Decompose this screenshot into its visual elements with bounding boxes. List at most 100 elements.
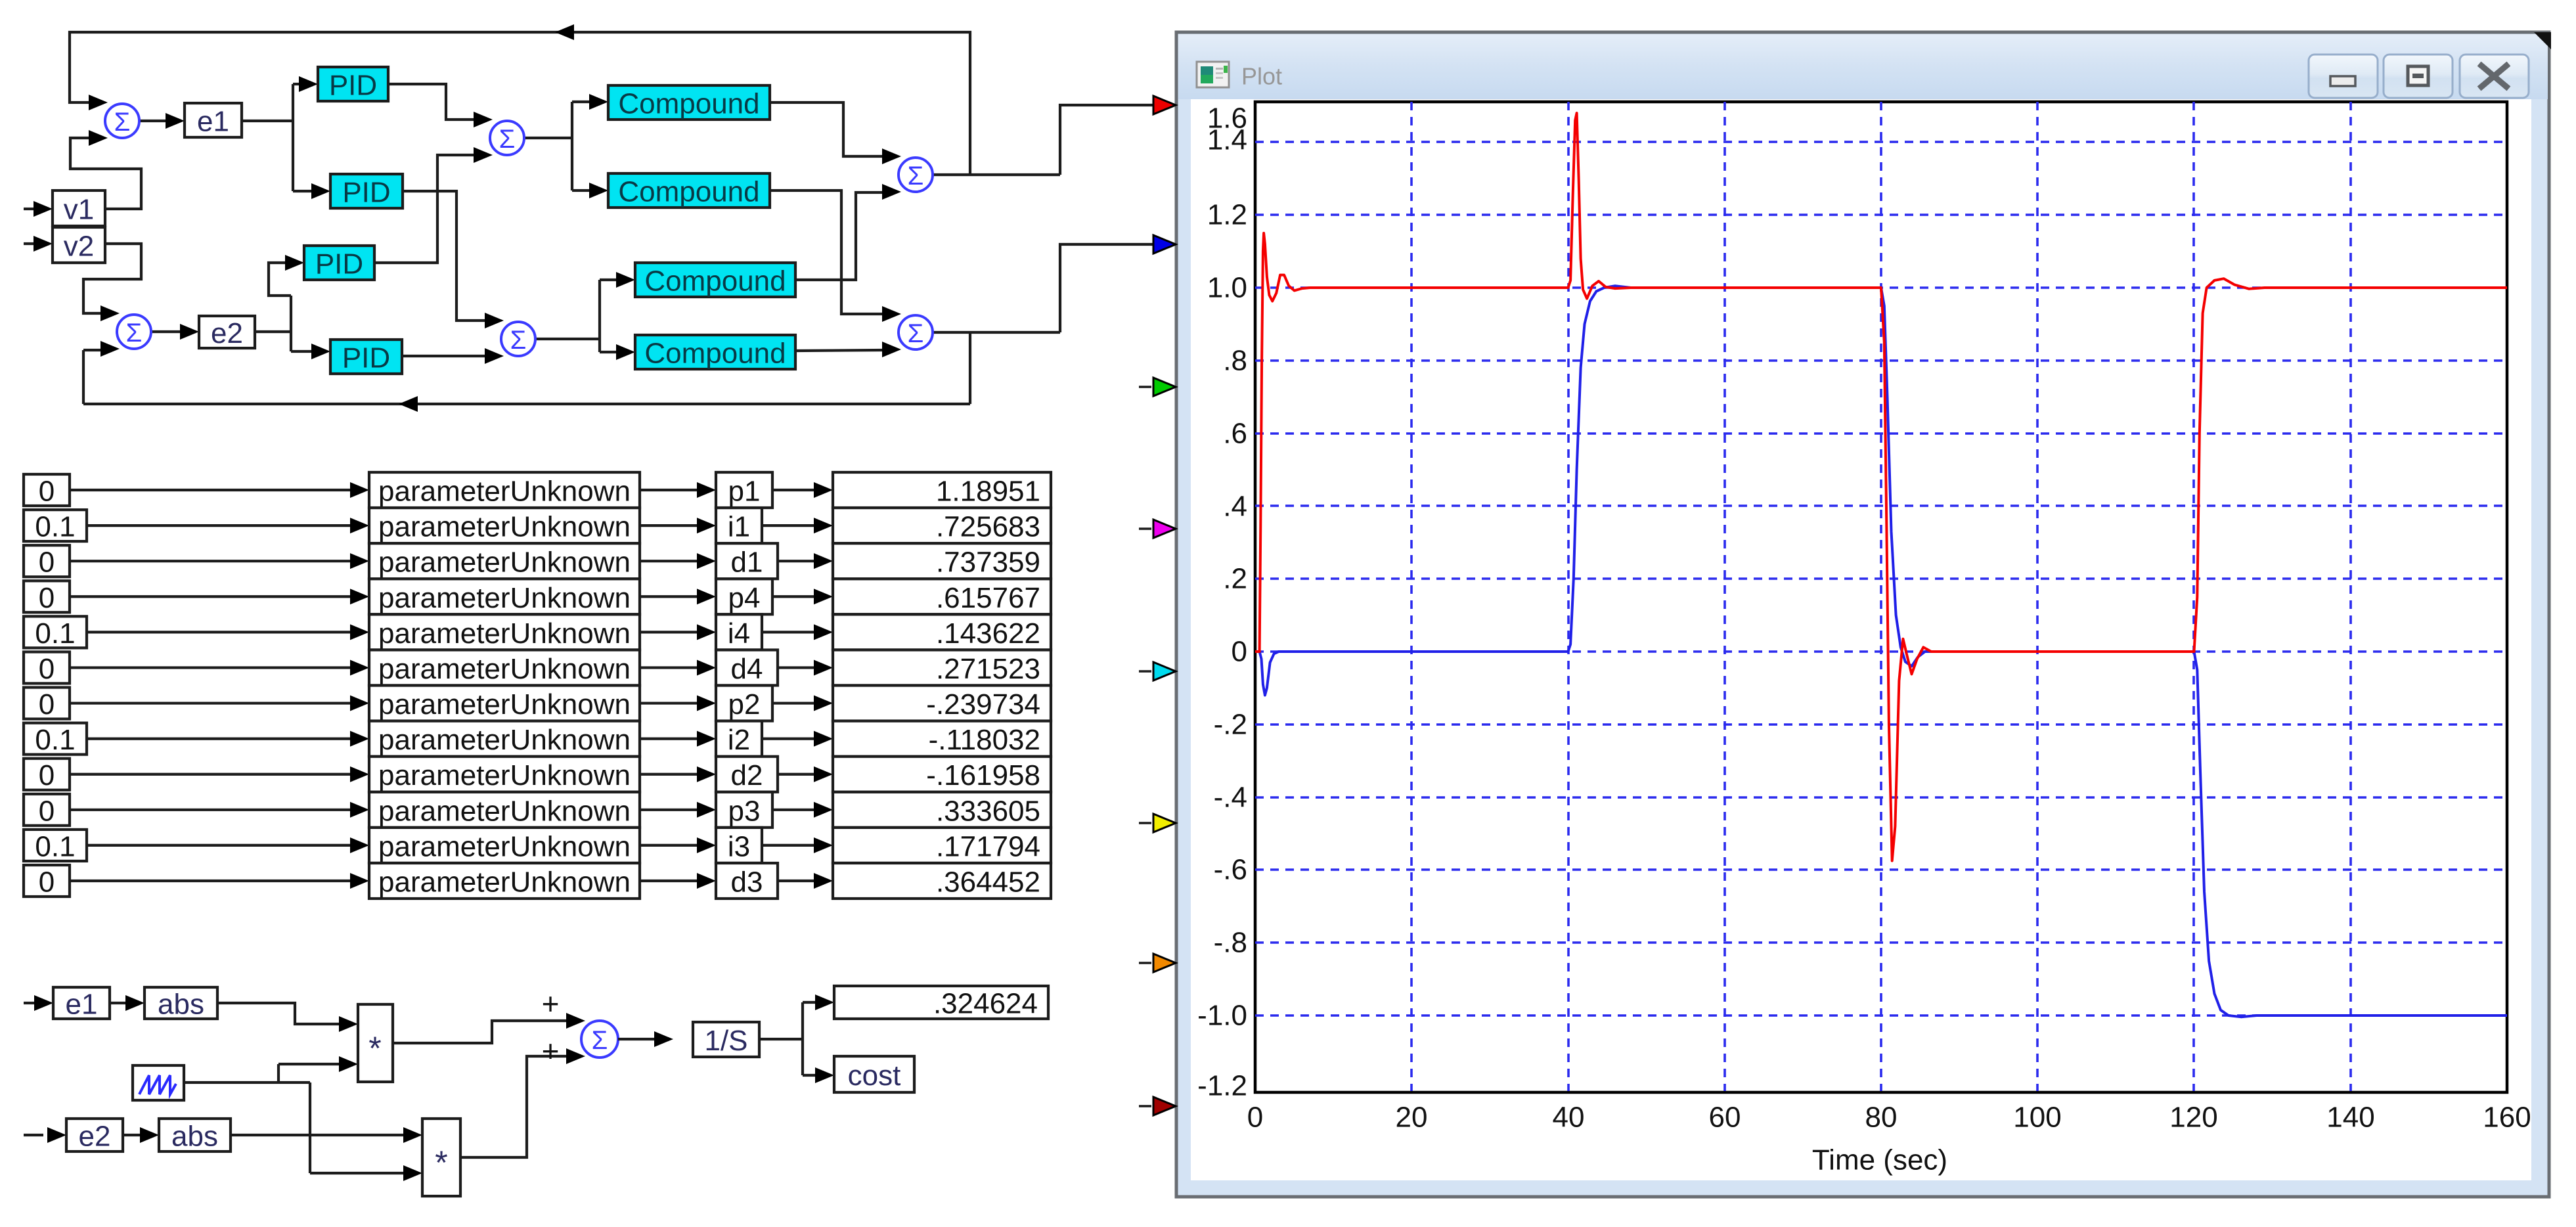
svg-text:*: *	[368, 1030, 381, 1067]
svg-text:parameterUnknown: parameterUnknown	[378, 476, 631, 508]
svg-text:Σ: Σ	[510, 326, 527, 355]
svg-text:40: 40	[1553, 1102, 1585, 1134]
svg-text:parameterUnknown: parameterUnknown	[378, 653, 631, 685]
svg-text:140: 140	[2326, 1102, 2374, 1134]
svg-text:Compound: Compound	[644, 338, 786, 370]
svg-text:+: +	[542, 987, 560, 1021]
svg-text:120: 120	[2169, 1102, 2217, 1134]
svg-text:0: 0	[39, 795, 55, 827]
svg-text:p2: p2	[728, 688, 761, 721]
svg-text:.143622: .143622	[936, 617, 1040, 650]
svg-text:.4: .4	[1223, 491, 1247, 523]
svg-text:0: 0	[1232, 636, 1247, 668]
svg-text:parameterUnknown: parameterUnknown	[378, 617, 631, 650]
svg-text:Σ: Σ	[908, 319, 924, 348]
svg-text:0: 0	[39, 759, 55, 792]
svg-text:d3: d3	[731, 866, 763, 898]
svg-text:60: 60	[1709, 1102, 1741, 1134]
svg-text:parameterUnknown: parameterUnknown	[378, 759, 631, 792]
svg-text:PID: PID	[315, 248, 363, 280]
svg-text:e1: e1	[66, 989, 98, 1021]
svg-text:0: 0	[39, 476, 55, 508]
svg-text:PID: PID	[342, 177, 390, 209]
svg-text:.333605: .333605	[936, 795, 1040, 827]
svg-text:160: 160	[2483, 1102, 2531, 1134]
svg-text:parameterUnknown: parameterUnknown	[378, 866, 631, 898]
svg-text:-.239734: -.239734	[926, 688, 1040, 721]
svg-text:1.0: 1.0	[1207, 272, 1247, 304]
svg-text:parameterUnknown: parameterUnknown	[378, 688, 631, 721]
svg-text:d4: d4	[731, 653, 763, 685]
svg-text:PID: PID	[329, 70, 377, 102]
svg-text:0: 0	[39, 582, 55, 614]
svg-text:Time (sec): Time (sec)	[1812, 1144, 1947, 1176]
svg-text:0: 0	[39, 653, 55, 685]
svg-text:-.6: -.6	[1214, 854, 1247, 886]
svg-text:.271523: .271523	[936, 653, 1040, 685]
svg-text:0: 0	[1247, 1102, 1263, 1134]
svg-text:i1: i1	[728, 511, 750, 543]
svg-text:.171794: .171794	[936, 830, 1040, 862]
svg-text:80: 80	[1865, 1102, 1898, 1134]
svg-text:+: +	[542, 1034, 560, 1068]
svg-text:-.4: -.4	[1214, 782, 1247, 814]
svg-text:PID: PID	[342, 342, 390, 374]
svg-text:1.2: 1.2	[1207, 199, 1247, 231]
svg-text:parameterUnknown: parameterUnknown	[378, 795, 631, 827]
svg-text:Compound: Compound	[618, 176, 759, 208]
svg-text:cost: cost	[848, 1060, 901, 1092]
svg-text:v2: v2	[64, 231, 94, 263]
svg-text:d1: d1	[731, 547, 763, 579]
svg-text:.2: .2	[1223, 563, 1247, 595]
svg-text:p4: p4	[728, 582, 761, 614]
svg-text:0.1: 0.1	[35, 830, 75, 862]
svg-text:Compound: Compound	[644, 265, 786, 298]
svg-text:1.4: 1.4	[1207, 124, 1247, 156]
svg-text:.364452: .364452	[936, 866, 1040, 898]
svg-text:0.1: 0.1	[35, 617, 75, 650]
svg-text:parameterUnknown: parameterUnknown	[378, 547, 631, 579]
svg-text:parameterUnknown: parameterUnknown	[378, 830, 631, 862]
svg-text:0: 0	[39, 866, 55, 898]
svg-text:parameterUnknown: parameterUnknown	[378, 582, 631, 614]
svg-text:i2: i2	[728, 724, 750, 756]
svg-text:0.1: 0.1	[35, 511, 75, 543]
svg-text:Plot: Plot	[1241, 63, 1282, 90]
svg-text:e1: e1	[197, 106, 229, 138]
svg-text:.8: .8	[1223, 345, 1247, 377]
svg-text:20: 20	[1396, 1102, 1428, 1134]
svg-text:abs: abs	[158, 989, 204, 1021]
svg-text:i3: i3	[728, 830, 750, 862]
svg-text:v1: v1	[64, 194, 94, 226]
svg-text:*: *	[435, 1144, 447, 1181]
svg-text:Σ: Σ	[114, 108, 131, 137]
svg-text:Compound: Compound	[618, 88, 759, 120]
svg-text:d2: d2	[731, 759, 763, 792]
svg-text:0: 0	[39, 688, 55, 721]
svg-text:.615767: .615767	[936, 582, 1040, 614]
svg-text:Σ: Σ	[499, 125, 516, 154]
svg-text:Σ: Σ	[126, 319, 143, 347]
svg-text:-.118032: -.118032	[929, 724, 1040, 756]
svg-text:.6: .6	[1223, 418, 1247, 450]
svg-text:e2: e2	[79, 1121, 111, 1153]
svg-text:1/S: 1/S	[704, 1025, 747, 1057]
svg-text:parameterUnknown: parameterUnknown	[378, 511, 631, 543]
svg-text:-.2: -.2	[1214, 709, 1247, 741]
svg-text:p1: p1	[728, 476, 761, 508]
svg-text:-1.2: -1.2	[1197, 1070, 1247, 1102]
svg-text:Σ: Σ	[592, 1026, 608, 1055]
svg-text:0: 0	[39, 547, 55, 579]
svg-text:-.8: -.8	[1214, 927, 1247, 959]
svg-text:.725683: .725683	[936, 511, 1040, 543]
svg-text:.324624: .324624	[933, 988, 1038, 1020]
svg-text:.737359: .737359	[936, 547, 1040, 579]
svg-text:-1.0: -1.0	[1197, 1000, 1247, 1032]
svg-text:e2: e2	[211, 317, 243, 349]
svg-text:-.161958: -.161958	[926, 759, 1040, 792]
svg-text:p3: p3	[728, 795, 761, 827]
svg-text:abs: abs	[171, 1121, 218, 1153]
svg-text:parameterUnknown: parameterUnknown	[378, 724, 631, 756]
svg-text:0.1: 0.1	[35, 724, 75, 756]
svg-text:Σ: Σ	[908, 162, 924, 190]
